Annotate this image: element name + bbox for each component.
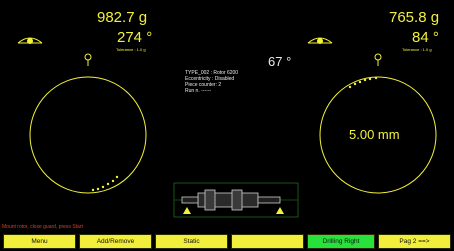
left-angle-marker (91, 175, 119, 192)
left-balance-circle (29, 76, 147, 194)
page-2-button[interactable]: Pag 2 ==> (378, 234, 451, 249)
eye-icon (307, 37, 333, 44)
drilling-right-button[interactable]: Drilling Right (307, 234, 375, 249)
probe-icon (84, 53, 92, 66)
right-distance: 5.00 mm (349, 127, 400, 142)
empty-button[interactable] (231, 234, 304, 249)
add-remove-button[interactable]: Add/Remove (79, 234, 152, 249)
status-message: Mount rotor, close guard, press Start (2, 224, 83, 230)
menu-button[interactable]: Menu (3, 234, 76, 249)
balance-graphics (17, 37, 437, 218)
probe-icon (374, 53, 382, 66)
eye-icon (17, 37, 43, 44)
static-button[interactable]: Static (155, 234, 228, 249)
rotor-diagram (173, 182, 299, 218)
